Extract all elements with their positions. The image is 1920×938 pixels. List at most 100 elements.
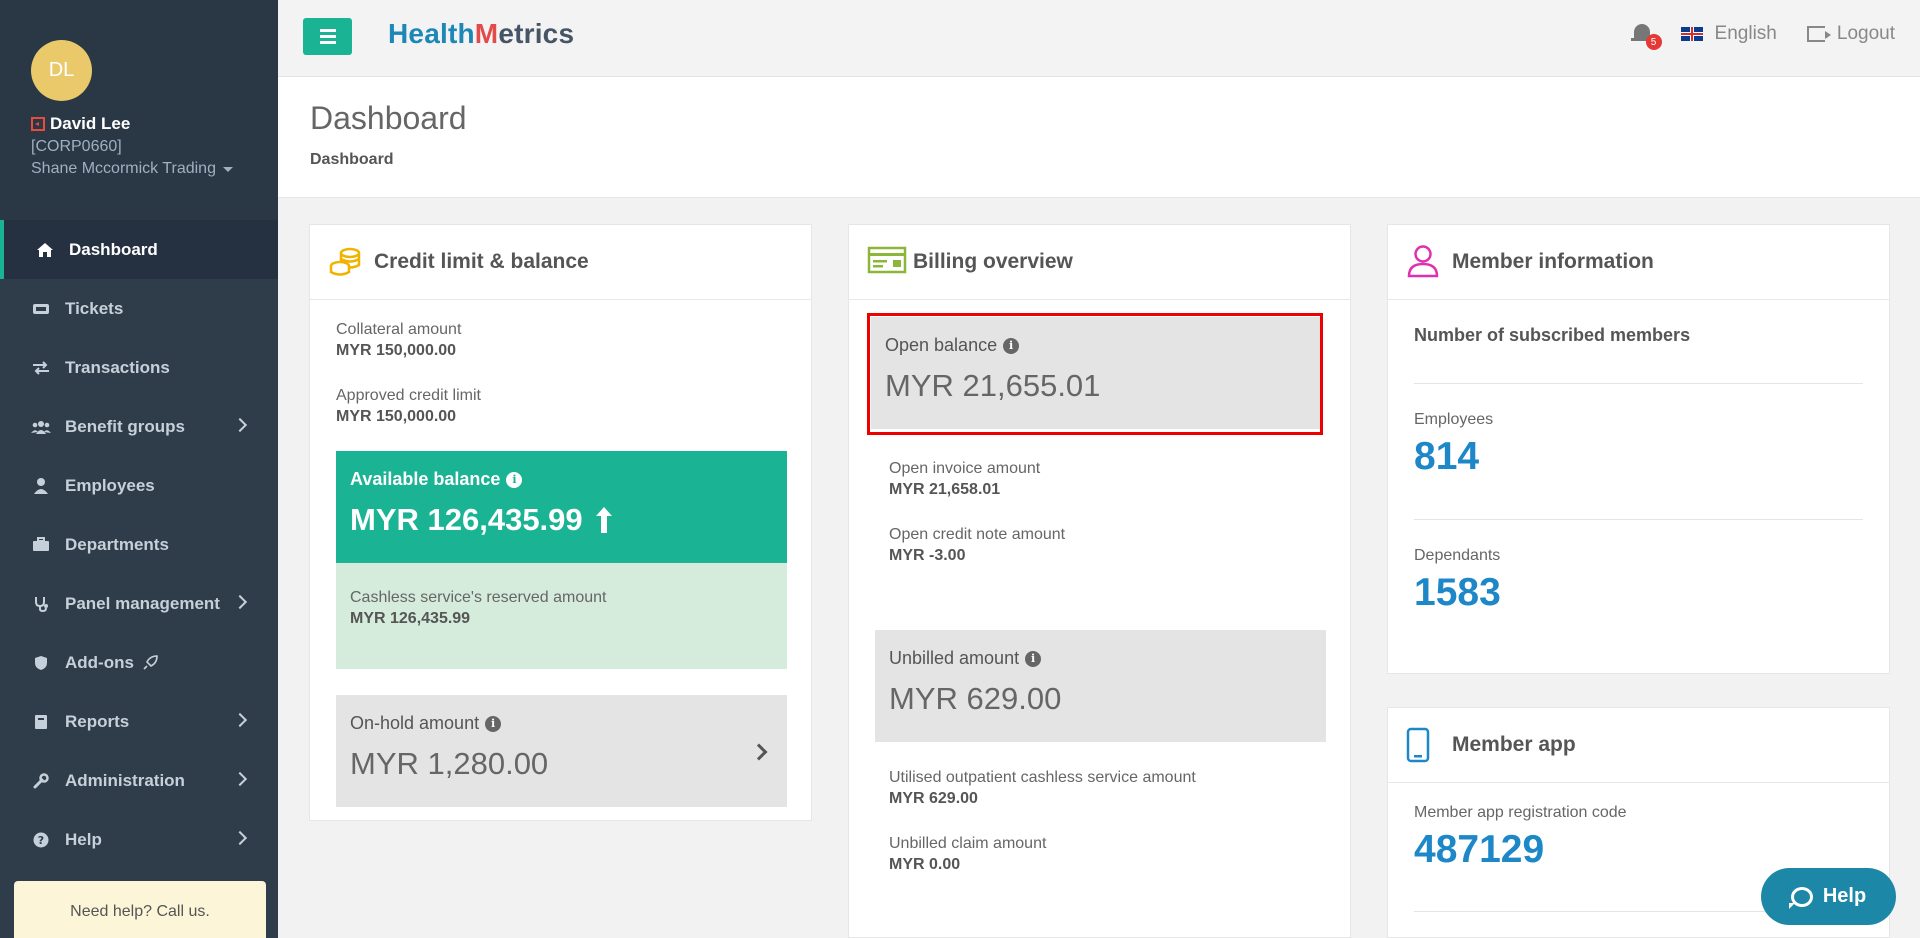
notifications-button[interactable]: 5 — [1630, 22, 1662, 50]
sign-out-icon[interactable] — [31, 117, 45, 131]
info-icon[interactable]: i — [506, 471, 523, 488]
on-hold-amount-box[interactable]: On-hold amount i MYR 1,280.00 — [336, 695, 787, 807]
page-title: Dashboard — [310, 100, 467, 136]
sidebar-item-label: Panel management — [65, 593, 220, 613]
field-label: Open credit note amount — [889, 526, 1066, 543]
chat-bubble-icon — [1788, 886, 1813, 909]
brand-logo[interactable]: HealthMetrics — [388, 18, 574, 50]
sidebar-item-label: Employees — [65, 475, 155, 495]
svg-text:?: ? — [38, 834, 44, 847]
hamburger-line — [319, 41, 336, 44]
hamburger-line — [319, 35, 336, 38]
info-icon[interactable]: i — [1025, 650, 1042, 667]
field-label: Employees — [1414, 411, 1494, 428]
user-profile: DL David Lee [CORP0660] Shane Mccormick … — [0, 0, 278, 220]
card-title: Member app — [1452, 733, 1576, 756]
help-float-button[interactable]: Help — [1761, 868, 1896, 925]
divider — [1414, 383, 1863, 384]
user-name: David Lee — [31, 114, 278, 134]
sidebar-item-employees[interactable]: Employees — [0, 456, 278, 515]
menu-toggle-button[interactable] — [303, 18, 352, 55]
field-label: Cashless service's reserved amount — [350, 589, 607, 606]
registration-code: Member app registration code 487129 — [1414, 804, 1627, 872]
coins-icon — [328, 244, 364, 280]
top-right-actions: 5 English Logout — [1630, 22, 1895, 50]
employees-value[interactable]: 814 — [1414, 435, 1493, 479]
utilised-outpatient-amount: Utilised outpatient cashless service amo… — [889, 769, 1196, 808]
card-title: Member information — [1452, 250, 1654, 273]
sidebar-item-reports[interactable]: Reports — [0, 692, 278, 751]
sidebar-nav: Dashboard Tickets Transactions Benefit g… — [0, 220, 278, 869]
uk-flag-icon[interactable] — [1680, 27, 1703, 41]
sidebar: DL David Lee [CORP0660] Shane Mccormick … — [0, 0, 278, 938]
ticket-icon — [31, 301, 51, 317]
approved-credit-limit: Approved credit limit MYR 150,000.00 — [336, 387, 481, 426]
field-label: Utilised outpatient cashless service amo… — [889, 769, 1196, 786]
sidebar-item-dashboard[interactable]: Dashboard — [0, 220, 278, 279]
sidebar-item-label: Transactions — [65, 357, 170, 377]
field-value: MYR 126,435.99 — [350, 610, 471, 627]
open-invoice-amount: Open invoice amount MYR 21,658.01 — [889, 460, 1040, 499]
label-text: Unbilled amount — [889, 648, 1020, 668]
available-balance-box: Available balance i MYR 126,435.99 — [336, 451, 787, 563]
field-label: Dependants — [1414, 547, 1501, 564]
question-icon: ? — [31, 832, 51, 848]
logout-link[interactable]: Logout — [1837, 23, 1895, 45]
avatar[interactable]: DL — [31, 40, 92, 101]
chevron-right-icon — [232, 594, 248, 610]
sidebar-item-label: Departments — [65, 534, 169, 554]
language-selector[interactable]: English — [1715, 23, 1777, 45]
help-card-text: Need help? Call us. — [70, 903, 210, 920]
notification-badge: 5 — [1645, 34, 1662, 50]
field-value: MYR 150,000.00 — [336, 342, 457, 359]
hamburger-line — [319, 29, 336, 32]
card-header: Member app — [1388, 708, 1889, 783]
company-switcher[interactable]: Shane Mccormick Trading — [31, 160, 278, 178]
field-label: Open invoice amount — [889, 460, 1041, 477]
user-code: [CORP0660] — [31, 138, 122, 155]
users-icon — [31, 419, 51, 435]
sidebar-item-panel-management[interactable]: Panel management — [0, 574, 278, 633]
sidebar-item-benefit-groups[interactable]: Benefit groups — [0, 397, 278, 456]
logout-icon[interactable] — [1806, 26, 1831, 42]
sidebar-item-help[interactable]: ? Help — [0, 810, 278, 869]
sidebar-item-label: Benefit groups — [65, 416, 185, 436]
shield-icon — [31, 655, 51, 671]
on-hold-label: On-hold amount i — [350, 713, 773, 734]
sidebar-item-add-ons[interactable]: Add-ons — [0, 633, 278, 692]
member-subtitle: Number of subscribed members — [1414, 325, 1691, 345]
brand-text-rest: etrics — [498, 18, 575, 49]
field-value: MYR 629.00 — [889, 790, 978, 807]
unbilled-amount-box: Unbilled amount i MYR 629.00 — [875, 630, 1326, 742]
field-value: MYR 150,000.00 — [336, 408, 457, 425]
wrench-icon — [31, 772, 51, 789]
sidebar-item-transactions[interactable]: Transactions — [0, 338, 278, 397]
sidebar-item-administration[interactable]: Administration — [0, 751, 278, 810]
available-balance-label: Available balance i — [350, 469, 773, 490]
sidebar-item-label: Help — [65, 829, 102, 849]
card-title: Billing overview — [913, 250, 1073, 273]
field-value: MYR 21,658.01 — [889, 481, 1001, 498]
field-label: Approved credit limit — [336, 387, 481, 404]
sidebar-item-tickets[interactable]: Tickets — [0, 279, 278, 338]
book-icon — [31, 714, 51, 730]
sidebar-item-departments[interactable]: Departments — [0, 515, 278, 574]
registration-code-value: 487129 — [1414, 828, 1545, 871]
caret-down-icon — [222, 166, 233, 172]
brand-text: Health — [388, 18, 475, 49]
billing-overview-card: Billing overview Open balance i MYR 21,6… — [848, 224, 1351, 938]
bill-icon — [867, 244, 907, 280]
card-header: Credit limit & balance — [310, 225, 811, 300]
user-icon — [31, 477, 51, 494]
stethoscope-icon — [31, 596, 51, 612]
divider — [1414, 519, 1863, 520]
open-credit-note-amount: Open credit note amount MYR -3.00 — [889, 526, 1065, 565]
home-icon — [35, 242, 55, 258]
breadcrumb: Dashboard — [310, 151, 394, 168]
company-name: Shane Mccormick Trading — [31, 160, 216, 177]
dependants-value[interactable]: 1583 — [1414, 571, 1501, 615]
sidebar-item-label: Administration — [65, 770, 185, 790]
highlight-box — [867, 313, 1323, 435]
info-icon[interactable]: i — [485, 715, 502, 732]
help-button-label: Help — [1822, 885, 1867, 907]
